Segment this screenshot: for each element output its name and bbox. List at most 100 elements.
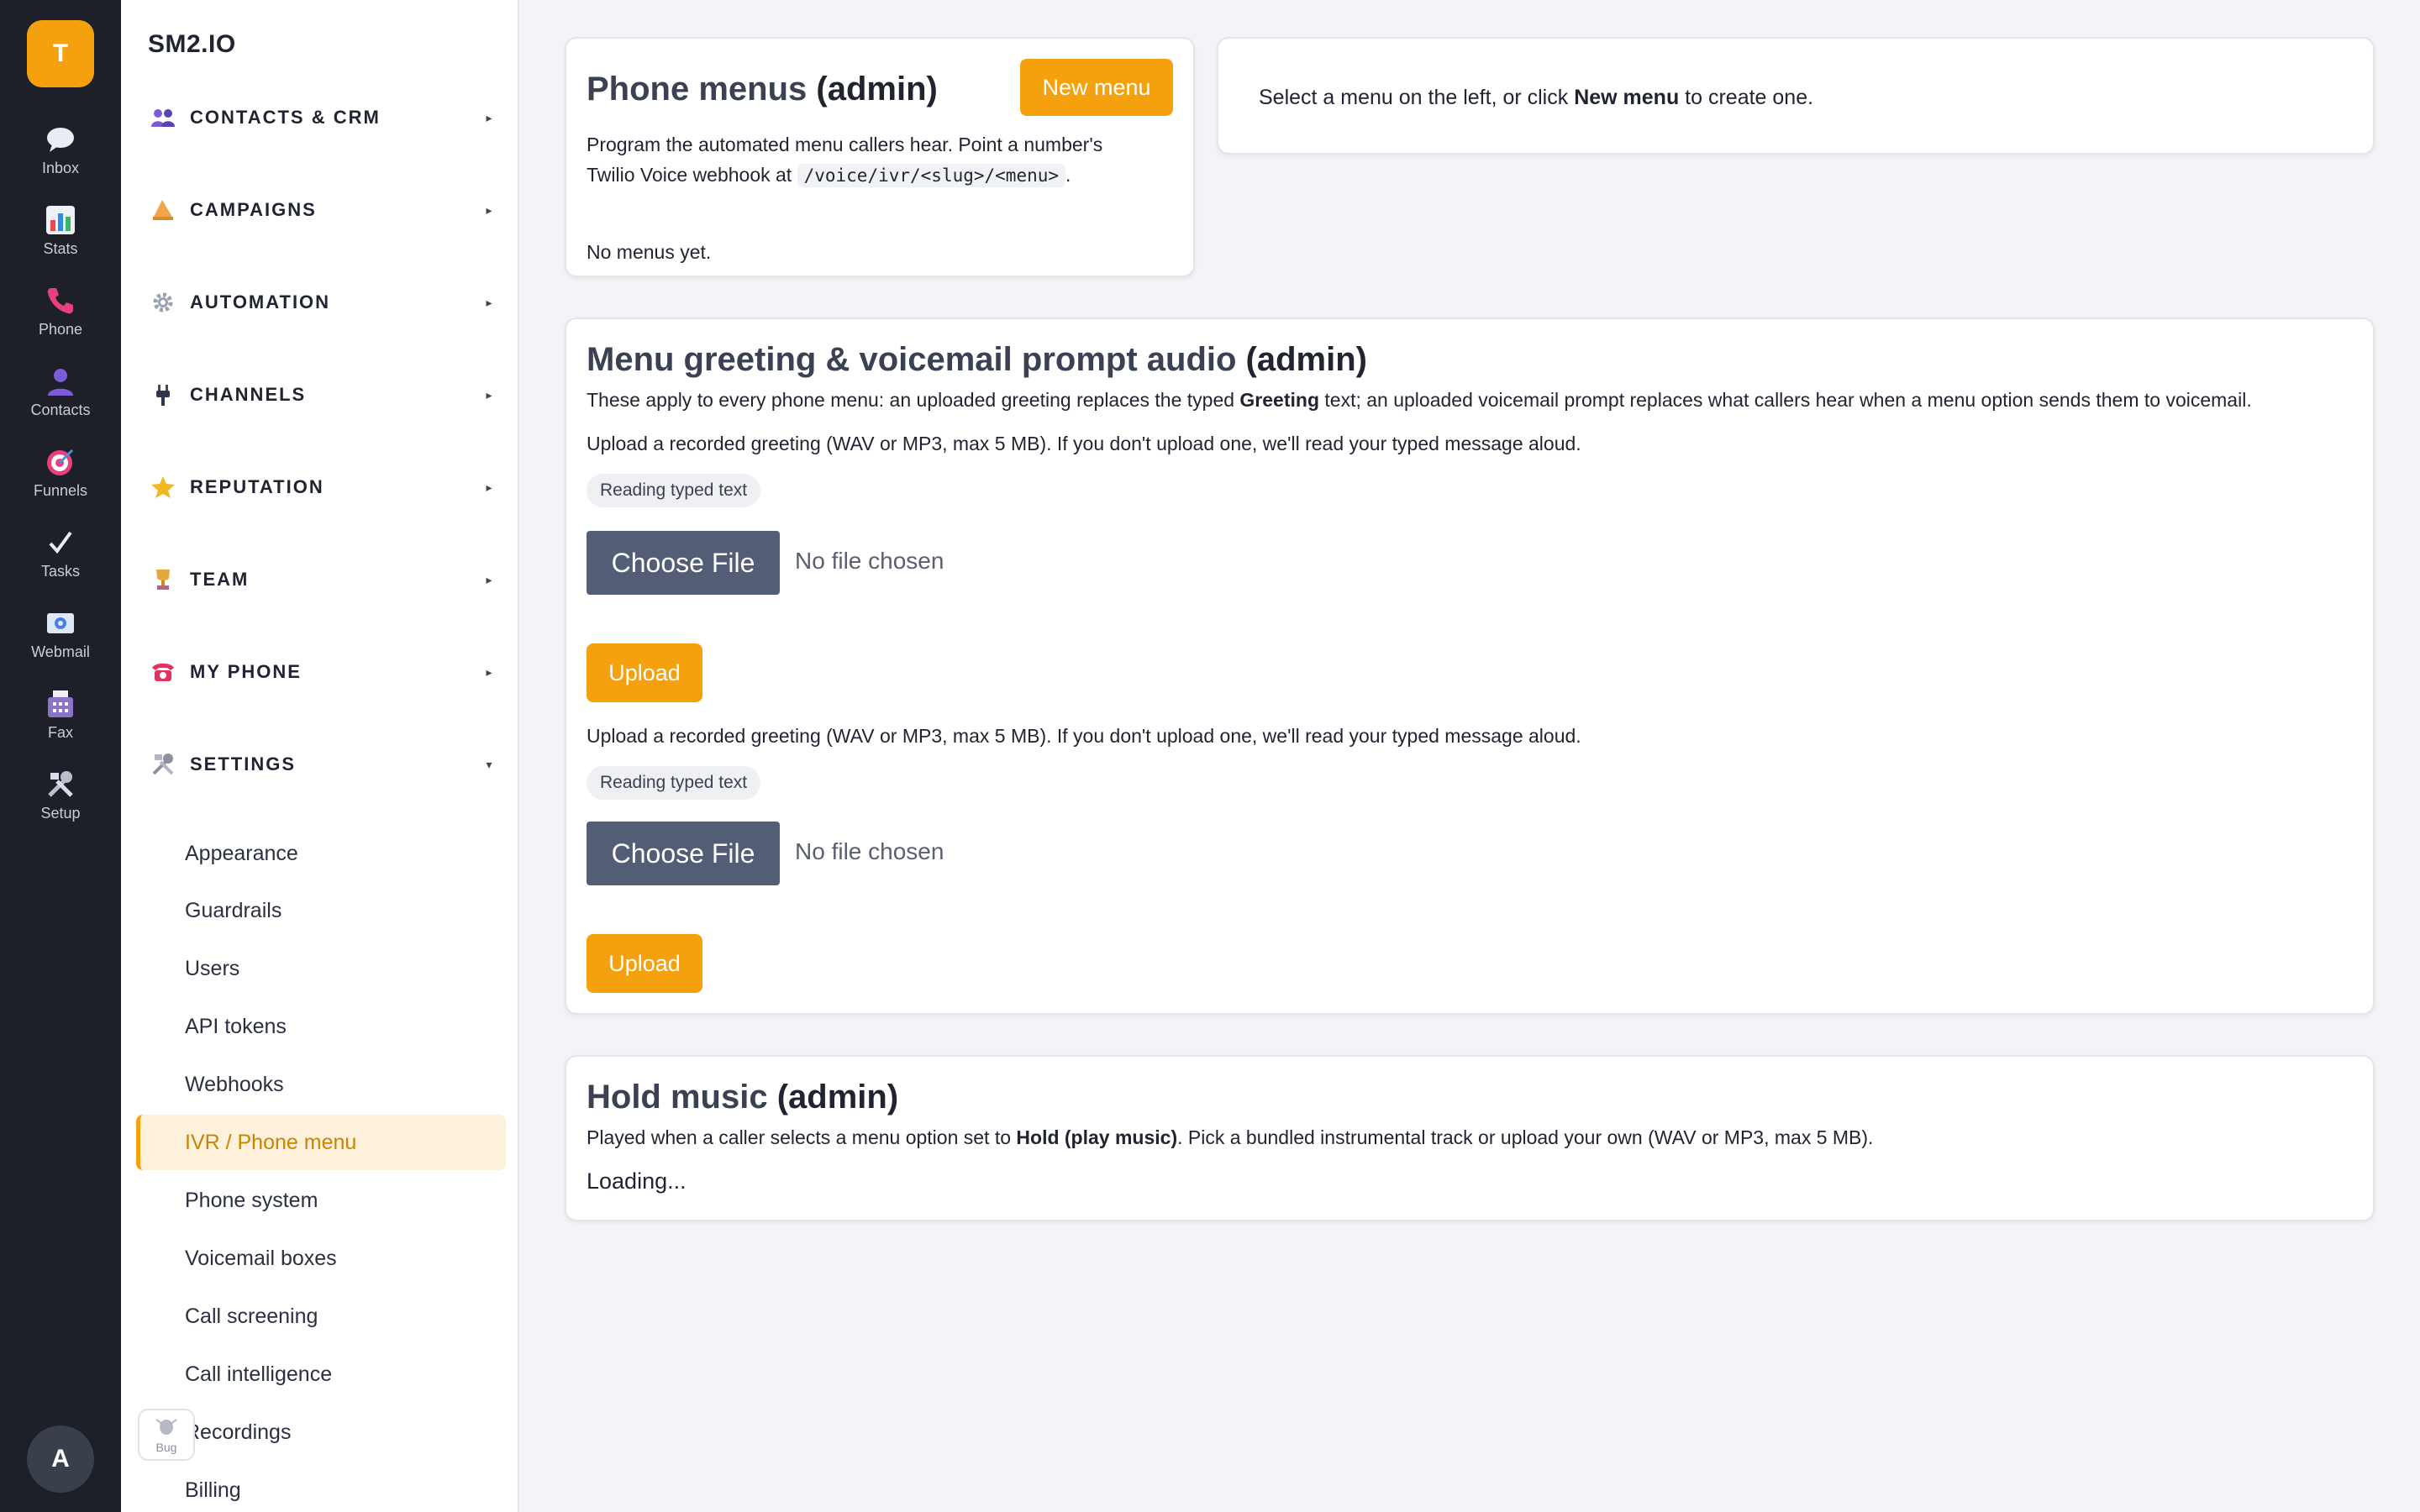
sidebar-section-channels[interactable]: CHANNELS ▸: [146, 370, 499, 420]
rail-label: Setup: [40, 805, 81, 822]
rail-label: Tasks: [40, 563, 80, 580]
no-menus-text: No menus yet.: [587, 241, 712, 263]
app-rail: T Inbox Stats Phone Contacts Funnels Tas: [0, 0, 121, 1512]
caret-right-icon: ▸: [486, 387, 492, 402]
trophy-icon: [146, 563, 180, 596]
greeting-status-badge: Reading typed text: [587, 474, 761, 507]
sidebar-section-my-phone[interactable]: MY PHONE ▸: [146, 647, 499, 697]
caret-right-icon: ▸: [486, 572, 492, 586]
caret-right-icon: ▸: [486, 295, 492, 309]
rail-item-tasks[interactable]: Tasks: [0, 524, 121, 595]
target-icon: [42, 444, 79, 480]
sidebar-section-automation[interactable]: AUTOMATION ▸: [146, 277, 499, 328]
user-avatar[interactable]: A: [27, 1425, 94, 1493]
star-icon: [146, 470, 180, 504]
caret-down-icon: ▾: [486, 757, 492, 771]
section-label: AUTOMATION: [190, 291, 331, 312]
rail-item-setup[interactable]: Setup: [0, 766, 121, 837]
section-label: CONTACTS & CRM: [190, 107, 381, 128]
megaphone-icon: [146, 193, 180, 227]
phone-menus-description: Program the automated menu callers hear.…: [587, 134, 1103, 187]
greeting-audio-description: These apply to every phone menu: an uplo…: [587, 389, 2252, 411]
webhook-path-code: /voice/ivr/<slug>/<menu>: [797, 164, 1066, 187]
menu-detail-placeholder: Select a menu on the left, or click New …: [1217, 37, 2375, 155]
new-menu-hint-bold: New menu: [1574, 86, 1680, 109]
caret-right-icon: ▸: [486, 480, 492, 494]
hold-music-loading: Loading...: [587, 1168, 687, 1194]
greeting-choose-file-button[interactable]: Choose File: [587, 531, 780, 595]
phone-icon: [42, 282, 79, 319]
sidebar-item-ivr-phone-menu[interactable]: IVR / Phone menu: [136, 1115, 506, 1170]
rail-item-contacts[interactable]: Contacts: [0, 363, 121, 433]
sidebar-section-settings[interactable]: SETTINGS ▾: [146, 739, 499, 790]
rail-label: Contacts: [30, 402, 91, 418]
voicemail-status-badge: Reading typed text: [587, 766, 761, 800]
chat-bubble-icon: [42, 121, 79, 158]
checkmark-icon: [42, 524, 79, 561]
section-label: REPUTATION: [190, 476, 324, 497]
tools-icon: [42, 766, 79, 803]
sidebar-item-guardrails[interactable]: Guardrails: [136, 883, 506, 938]
rail-item-fax[interactable]: Fax: [0, 685, 121, 756]
greeting-upload-button[interactable]: Upload: [587, 643, 702, 702]
greeting-file-name: No file chosen: [795, 548, 944, 574]
hold-music-title: Hold music (admin): [587, 1079, 899, 1116]
rail-label: Webmail: [31, 643, 90, 660]
section-label: SETTINGS: [190, 753, 297, 774]
bug-icon: [154, 1416, 179, 1441]
phone-menus-card: Phone menus (admin) New menu Program the…: [565, 37, 1195, 277]
rail-label: Phone: [38, 321, 83, 338]
bug-label: Bug: [155, 1440, 177, 1454]
voicemail-upload-button[interactable]: Upload: [587, 934, 702, 993]
caret-right-icon: ▸: [486, 202, 492, 217]
section-label: CAMPAIGNS: [190, 199, 317, 220]
greeting-audio-title: Menu greeting & voicemail prompt audio (…: [587, 341, 1367, 378]
sidebar-item-appearance[interactable]: Appearance: [136, 826, 506, 881]
tools-icon: [146, 748, 180, 781]
gear-icon: [146, 286, 180, 319]
sidebar-item-users[interactable]: Users: [136, 941, 506, 996]
select-menu-hint: Select a menu on the left, or click New …: [1259, 86, 1814, 109]
mail-icon: [42, 605, 79, 642]
sidebar-item-billing[interactable]: Billing: [136, 1462, 506, 1512]
sidebar-item-call-screening[interactable]: Call screening: [136, 1289, 506, 1344]
section-label: TEAM: [190, 569, 250, 590]
rail-label: Funnels: [33, 482, 88, 499]
sidebar-item-webhooks[interactable]: Webhooks: [136, 1057, 506, 1112]
rail-label: Stats: [43, 240, 78, 257]
rail-label: Inbox: [41, 160, 80, 176]
bug-report-button[interactable]: Bug: [138, 1409, 195, 1461]
caret-right-icon: ▸: [486, 664, 492, 679]
brand-name: SM2.IO: [148, 30, 236, 58]
rail-item-inbox[interactable]: Inbox: [0, 121, 121, 192]
sidebar-item-phone-system[interactable]: Phone system: [136, 1173, 506, 1228]
new-menu-button[interactable]: New menu: [1020, 59, 1173, 116]
rail-item-webmail[interactable]: Webmail: [0, 605, 121, 675]
hold-music-card: Hold music (admin) Played when a caller …: [565, 1055, 2375, 1221]
sidebar-item-call-intelligence[interactable]: Call intelligence: [136, 1347, 506, 1402]
rail-item-phone[interactable]: Phone: [0, 282, 121, 353]
workspace-logo[interactable]: T: [27, 20, 94, 87]
voicemail-choose-file-button[interactable]: Choose File: [587, 822, 780, 885]
person-icon: [42, 363, 79, 400]
sidebar-section-contacts-crm[interactable]: CONTACTS & CRM ▸: [146, 92, 499, 143]
hold-music-description: Played when a caller selects a menu opti…: [587, 1126, 1874, 1148]
caret-right-icon: ▸: [486, 110, 492, 124]
greeting-audio-card: Menu greeting & voicemail prompt audio (…: [565, 318, 2375, 1015]
voicemail-file-name: No file chosen: [795, 838, 944, 864]
sidebar-item-api-tokens[interactable]: API tokens: [136, 999, 506, 1054]
sidebar-item-voicemail-boxes[interactable]: Voicemail boxes: [136, 1231, 506, 1286]
sidebar-section-team[interactable]: TEAM ▸: [146, 554, 499, 605]
people-icon: [146, 101, 180, 134]
section-label: CHANNELS: [190, 384, 307, 405]
phone-menus-title: Phone menus (admin): [587, 71, 938, 108]
sidebar-section-reputation[interactable]: REPUTATION ▸: [146, 462, 499, 512]
rail-item-funnels[interactable]: Funnels: [0, 444, 121, 514]
plug-icon: [146, 378, 180, 412]
rail-item-stats[interactable]: Stats: [0, 202, 121, 272]
settings-sidebar: SM2.IO CONTACTS & CRM ▸ CAMPAIGNS ▸ AUTO…: [121, 0, 519, 1512]
telephone-icon: [146, 655, 180, 689]
greeting-upload-instructions: Upload a recorded greeting (WAV or MP3, …: [587, 433, 1581, 454]
sidebar-section-campaigns[interactable]: CAMPAIGNS ▸: [146, 185, 499, 235]
rail-label: Fax: [47, 724, 73, 741]
